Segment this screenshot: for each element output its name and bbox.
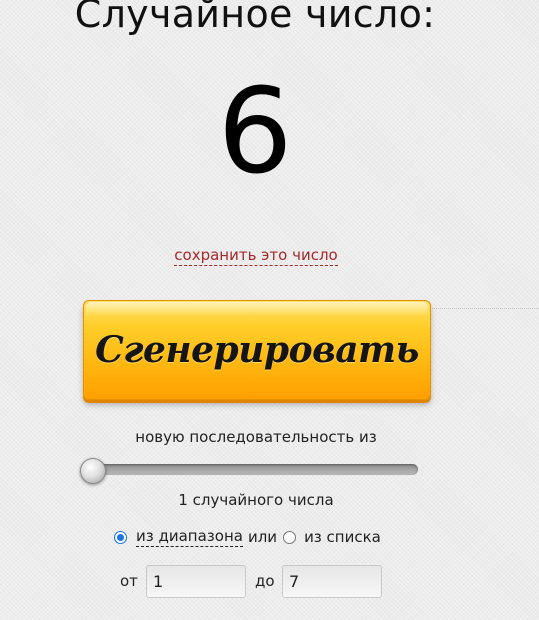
save-number-link[interactable]: сохранить это число [174, 246, 338, 266]
to-label: до [255, 572, 275, 590]
save-number-link-wrap: сохранить это число [0, 246, 512, 266]
range-radio[interactable] [114, 530, 127, 544]
count-slider-handle[interactable] [80, 458, 106, 484]
count-label: 1 случайного числа [178, 491, 334, 509]
sequence-label: новую последовательность из [135, 428, 377, 446]
generate-button-label: Сгенерировать [95, 329, 419, 371]
to-input[interactable] [282, 565, 382, 598]
generate-button[interactable]: Сгенерировать [83, 300, 431, 400]
list-option-label[interactable]: из списка [304, 528, 381, 546]
random-number-display: 6 [217, 62, 293, 200]
range-option-label[interactable]: из диапазона [136, 527, 243, 547]
or-text: или [247, 528, 278, 546]
list-radio[interactable] [283, 530, 297, 544]
count-slider-track[interactable] [86, 464, 418, 475]
mode-selector: из диапазона или из списка [114, 527, 381, 547]
from-input[interactable] [146, 565, 246, 598]
page-title: Случайное число: [74, 0, 436, 36]
from-label: от [120, 572, 138, 590]
divider [428, 308, 539, 309]
